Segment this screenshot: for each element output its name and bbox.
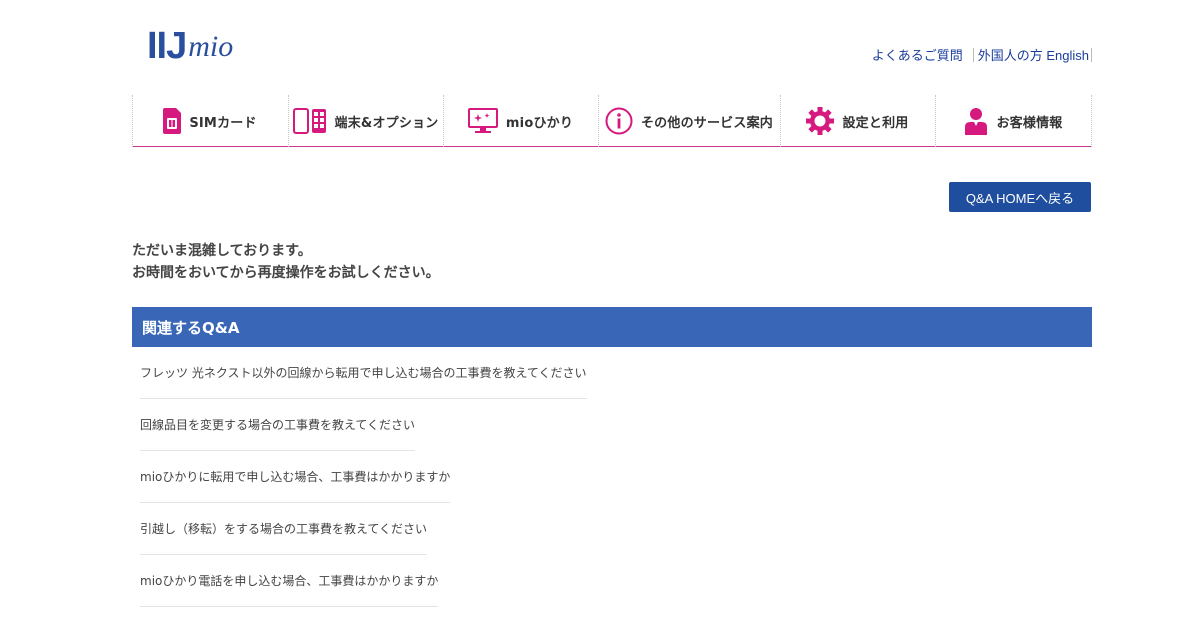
list-item: 引越し（移転）をする場合の工事費を教えてください — [140, 503, 587, 555]
faq-link[interactable]: よくあるご質問 — [872, 45, 963, 64]
busy-message: ただいま混雑しております。 お時間をおいてから再度操作をお試しください。 — [132, 240, 440, 284]
english-link[interactable]: 外国人の方 English — [978, 45, 1089, 64]
logo-brand: IIJ — [147, 25, 187, 67]
list-item: mioひかり電話を申し込む場合、工事費はかかりますか — [140, 555, 587, 607]
nav-label-settings: 設定と利用 — [842, 115, 909, 131]
list-item: mioひかりに転用で申し込む場合、工事費はかかりますか — [140, 451, 587, 503]
global-nav: SIMカード 端末&オプション mioひかり その他のサービス案内 設定と利用 … — [132, 95, 1092, 147]
related-qa-list: フレッツ 光ネクスト以外の回線から転用で申し込む場合の工事費を教えてください 回… — [140, 347, 587, 607]
nav-item-customer-info[interactable]: お客様情報 — [935, 95, 1092, 147]
iijmio-logo[interactable]: IIJ mio — [147, 25, 234, 67]
related-qa-title: 関連するQ&A — [132, 307, 1092, 347]
nav-label-mio-hikari: mioひかり — [505, 115, 574, 131]
nav-item-sim-card[interactable]: SIMカード — [132, 95, 288, 147]
nav-item-devices[interactable]: 端末&オプション — [288, 95, 443, 147]
related-qa-link[interactable]: mioひかりに転用で申し込む場合、工事費はかかりますか — [140, 451, 451, 503]
related-qa-link[interactable]: 回線品目を変更する場合の工事費を教えてください — [140, 399, 416, 451]
nav-item-mio-hikari[interactable]: mioひかり — [443, 95, 598, 147]
monitor-icon — [467, 108, 498, 134]
qa-home-back-button[interactable]: Q&A HOMEへ戻る — [949, 182, 1091, 212]
list-item: 回線品目を変更する場合の工事費を教えてください — [140, 399, 587, 451]
sim-card-icon — [163, 108, 182, 134]
gear-icon — [806, 107, 835, 135]
related-qa-link[interactable]: mioひかり電話を申し込む場合、工事費はかかりますか — [140, 555, 439, 607]
related-qa-link[interactable]: 引越し（移転）をする場合の工事費を教えてください — [140, 503, 428, 555]
nav-item-settings[interactable]: 設定と利用 — [780, 95, 935, 147]
list-item: フレッツ 光ネクスト以外の回線から転用で申し込む場合の工事費を教えてください — [140, 347, 587, 399]
devices-icon — [292, 108, 327, 134]
nav-label-customer-info: お客様情報 — [996, 115, 1063, 131]
busy-message-line2: お時間をおいてから再度操作をお試しください。 — [132, 265, 440, 281]
logo-sub: mio — [188, 30, 234, 63]
info-icon — [605, 107, 633, 135]
busy-message-line1: ただいま混雑しております。 — [132, 243, 312, 259]
nav-item-other-services[interactable]: その他のサービス案内 — [598, 95, 780, 147]
nav-label-devices: 端末&オプション — [334, 115, 439, 131]
user-icon — [964, 107, 988, 135]
nav-label-other-services: その他のサービス案内 — [640, 115, 773, 131]
link-separator-end — [1091, 47, 1092, 62]
related-qa-link[interactable]: フレッツ 光ネクスト以外の回線から転用で申し込む場合の工事費を教えてください — [140, 347, 587, 399]
nav-label-sim-card: SIMカード — [189, 115, 257, 131]
header-links: よくあるご質問 外国人の方 English — [872, 45, 1092, 64]
link-separator — [972, 47, 974, 62]
